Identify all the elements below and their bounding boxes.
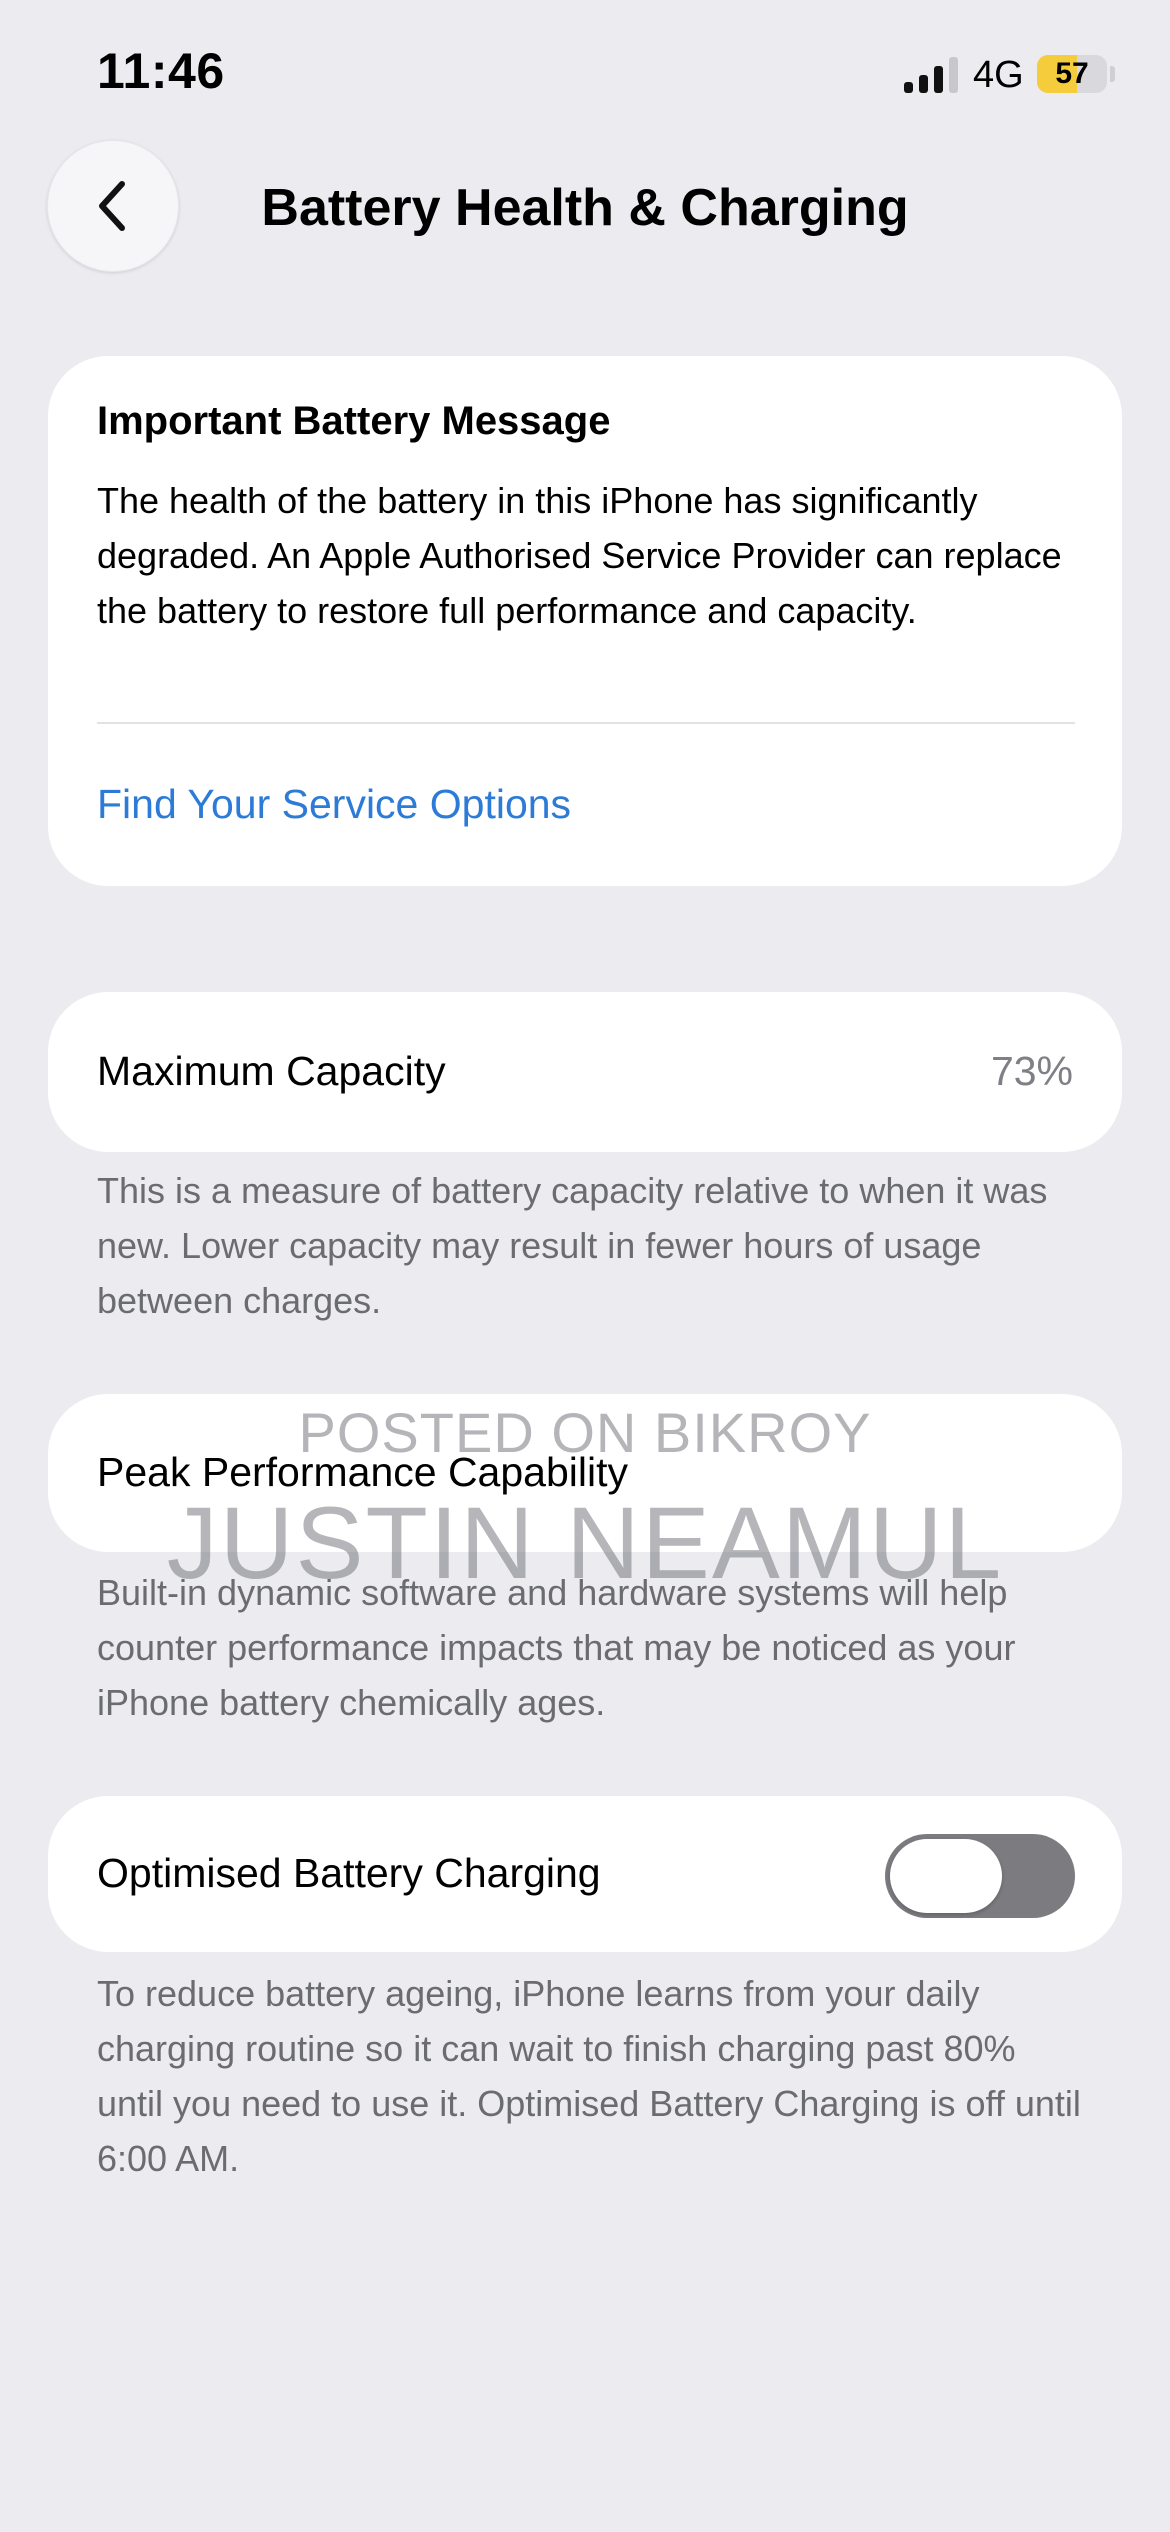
find-service-options-link[interactable]: Find Your Service Options — [97, 781, 571, 828]
toggle-knob — [890, 1839, 1002, 1913]
watermark-line-2: JUSTIN NEAMUL — [166, 1486, 1004, 1600]
status-time: 11:46 — [97, 43, 225, 99]
message-heading: Important Battery Message — [97, 399, 611, 443]
battery-icon: 57 — [1037, 55, 1107, 93]
cellular-signal-icon — [904, 55, 958, 93]
battery-percent: 57 — [1055, 57, 1089, 90]
maximum-capacity-row: Maximum Capacity 73% — [48, 992, 1122, 1152]
chevron-left-icon — [99, 181, 125, 231]
maximum-capacity-label: Maximum Capacity — [97, 1048, 446, 1094]
message-body: The health of the battery in this iPhone… — [97, 480, 1062, 631]
maximum-capacity-value: 73% — [990, 1048, 1073, 1094]
battery-message-card: Important Battery Message The health of … — [48, 356, 1122, 886]
maximum-capacity-footnote: This is a measure of battery capacity re… — [97, 1170, 1048, 1321]
optimised-charging-toggle[interactable] — [885, 1834, 1075, 1918]
watermark-line-1: POSTED ON BIKROY — [298, 1401, 872, 1464]
battery-tip — [1110, 66, 1115, 82]
optimised-charging-row: Optimised Battery Charging — [48, 1796, 1122, 1952]
optimised-charging-label: Optimised Battery Charging — [97, 1850, 601, 1896]
back-button[interactable] — [47, 140, 179, 272]
network-type: 4G — [973, 54, 1024, 96]
page-title: Battery Health & Charging — [261, 179, 909, 237]
divider — [97, 722, 1075, 724]
optimised-charging-footnote: To reduce battery ageing, iPhone learns … — [97, 1973, 1081, 2179]
